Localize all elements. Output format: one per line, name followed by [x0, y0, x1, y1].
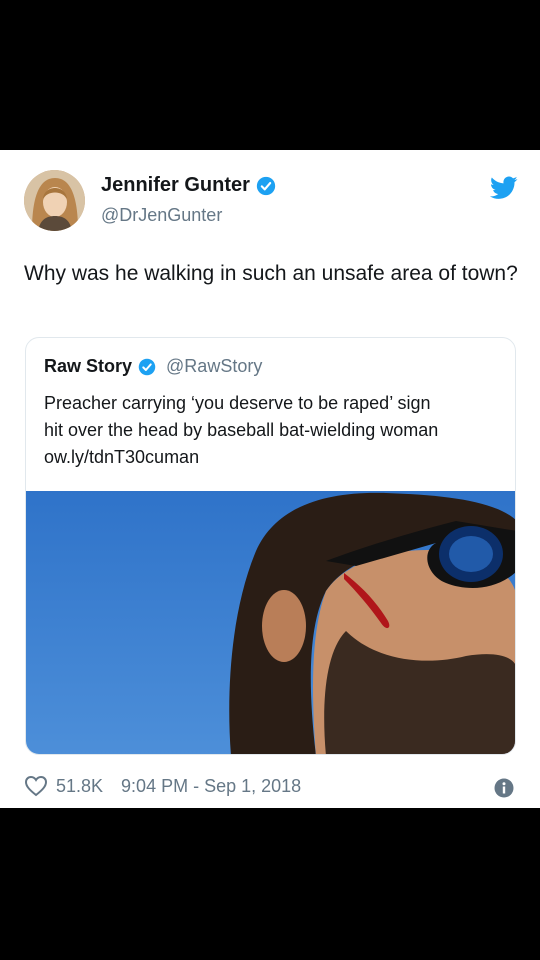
- author-handle[interactable]: @DrJenGunter: [101, 205, 222, 226]
- heart-icon[interactable]: [24, 775, 48, 797]
- like-count[interactable]: 51.8K: [56, 776, 103, 797]
- tweet-text: Why was he walking in such an unsafe are…: [24, 262, 518, 285]
- twitter-bird-icon[interactable]: [490, 176, 518, 200]
- author-avatar[interactable]: [24, 170, 85, 231]
- quoted-text-line: hit over the head by baseball bat-wieldi…: [44, 420, 439, 440]
- avatar-photo: [24, 170, 85, 231]
- quoted-link[interactable]: ow.ly/tdnT30cuman: [44, 444, 504, 471]
- author-name[interactable]: Jennifer Gunter: [101, 174, 250, 197]
- tweet-card[interactable]: Jennifer Gunter @DrJenGunter Why was he …: [0, 150, 540, 808]
- verified-badge-icon: [138, 358, 156, 375]
- quoted-author-name[interactable]: Raw Story: [44, 356, 132, 377]
- verified-badge-icon: [256, 176, 276, 195]
- quoted-author-handle[interactable]: @RawStory: [166, 356, 262, 377]
- quoted-tweet[interactable]: Raw Story @RawStory Preacher carrying ‘y…: [25, 337, 516, 755]
- tweet-timestamp[interactable]: 9:04 PM - Sep 1, 2018: [121, 776, 301, 797]
- info-icon[interactable]: [494, 778, 514, 798]
- quoted-tweet-photo[interactable]: [26, 491, 516, 755]
- quoted-text-line: Preacher carrying ‘you deserve to be rap…: [44, 393, 431, 413]
- quoted-tweet-text: Preacher carrying ‘you deserve to be rap…: [44, 390, 504, 471]
